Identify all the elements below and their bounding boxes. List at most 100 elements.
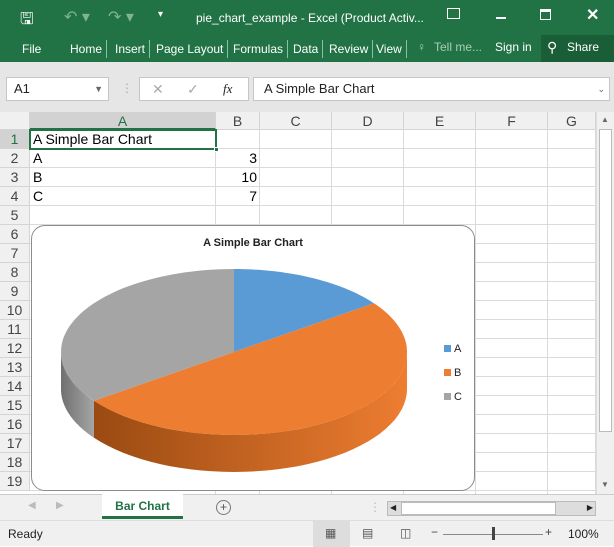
column-header-B[interactable]: B bbox=[216, 112, 260, 130]
status-bar: Ready ▦ ▤ ◫ − + 100% bbox=[0, 520, 614, 547]
row-header-7[interactable]: 7 bbox=[0, 244, 30, 263]
select-all-corner[interactable] bbox=[0, 112, 30, 130]
legend-item-B: B bbox=[444, 367, 461, 379]
tab-review[interactable]: Review bbox=[325, 40, 374, 58]
row-header-16[interactable]: 16 bbox=[0, 415, 30, 434]
row-header-5[interactable]: 5 bbox=[0, 206, 30, 225]
tab-view[interactable]: View bbox=[372, 40, 407, 58]
row-header-15[interactable]: 15 bbox=[0, 396, 30, 415]
row-header-12[interactable]: 12 bbox=[0, 339, 30, 358]
zoom-in-button[interactable]: + bbox=[545, 525, 552, 539]
scroll-right-icon[interactable]: ▶ bbox=[587, 503, 593, 512]
row-header-19[interactable]: 19 bbox=[0, 472, 30, 491]
cell-B4[interactable]: 7 bbox=[216, 187, 260, 206]
horizontal-scrollbar[interactable]: ◀ ▶ bbox=[387, 501, 596, 516]
tab-formulas[interactable]: Formulas bbox=[229, 40, 289, 58]
row-header-17[interactable]: 17 bbox=[0, 434, 30, 453]
column-header-E[interactable]: E bbox=[404, 112, 476, 130]
redo-icon[interactable]: ↷ ▾ bbox=[108, 7, 134, 27]
splitter-handle[interactable]: ⋮ bbox=[369, 500, 381, 514]
sign-in-link[interactable]: Sign in bbox=[495, 40, 532, 54]
more-icon: ⋮ bbox=[121, 81, 133, 95]
page-break-view-icon[interactable]: ◫ bbox=[400, 526, 411, 540]
expand-formula-icon[interactable]: ⌄ bbox=[597, 78, 605, 100]
tab-insert[interactable]: Insert bbox=[111, 40, 151, 58]
row-header-4[interactable]: 4 bbox=[0, 187, 30, 206]
row-header-13[interactable]: 13 bbox=[0, 358, 30, 377]
enter-icon[interactable]: ✓ bbox=[187, 78, 199, 100]
column-header-C[interactable]: C bbox=[260, 112, 332, 130]
zoom-slider-thumb[interactable] bbox=[492, 527, 495, 540]
cell-A2[interactable]: A bbox=[30, 149, 45, 168]
cell-A3[interactable]: B bbox=[30, 168, 45, 187]
lightbulb-icon: ♀ bbox=[417, 40, 426, 54]
row-header-3[interactable]: 3 bbox=[0, 168, 30, 187]
next-sheet-icon[interactable]: ▶ bbox=[56, 500, 64, 511]
zoom-level[interactable]: 100% bbox=[568, 527, 599, 541]
tab-file[interactable]: File bbox=[18, 40, 45, 58]
row-header-1[interactable]: 1 bbox=[0, 130, 30, 149]
vertical-scroll-thumb[interactable] bbox=[599, 129, 612, 432]
tab-data[interactable]: Data bbox=[289, 40, 324, 58]
undo-icon[interactable]: ↶ ▾ bbox=[64, 7, 90, 27]
name-box[interactable]: A1 ▼ bbox=[6, 77, 109, 101]
minimize-button[interactable] bbox=[496, 17, 506, 19]
ribbon-display-icon[interactable] bbox=[447, 8, 460, 19]
pie-chart[interactable]: A Simple Bar Chart ABC bbox=[31, 225, 475, 491]
sheet-tabs-bar: ◀ ▶ Bar Chart + ⋮ ◀ ▶ bbox=[0, 494, 614, 520]
row-header-18[interactable]: 18 bbox=[0, 453, 30, 472]
tab-page-layout[interactable]: Page Layout bbox=[152, 40, 229, 58]
save-icon[interactable]: 🖫 bbox=[20, 8, 34, 35]
column-header-F[interactable]: F bbox=[476, 112, 548, 130]
cancel-icon[interactable]: ✕ bbox=[152, 78, 164, 100]
cell-B3[interactable]: 10 bbox=[216, 168, 260, 187]
prev-sheet-icon[interactable]: ◀ bbox=[28, 500, 36, 511]
scroll-down-icon[interactable]: ▼ bbox=[601, 480, 609, 489]
scroll-up-icon[interactable]: ▲ bbox=[601, 115, 609, 124]
column-header-D[interactable]: D bbox=[332, 112, 404, 130]
insert-function-icon[interactable]: fx bbox=[223, 78, 232, 100]
maximize-button[interactable] bbox=[540, 9, 551, 20]
tell-me-input[interactable]: Tell me... bbox=[434, 40, 482, 54]
vertical-scrollbar[interactable]: ▲ ▼ bbox=[596, 112, 614, 494]
window-title: pie_chart_example - Excel (Product Activ… bbox=[196, 11, 424, 25]
cell-B2[interactable]: 3 bbox=[216, 149, 260, 168]
cell-A4[interactable]: C bbox=[30, 187, 46, 206]
legend-item-A: A bbox=[444, 343, 461, 355]
legend-label: C bbox=[454, 391, 462, 403]
column-header-A[interactable]: A bbox=[30, 112, 216, 130]
formula-input[interactable]: A Simple Bar Chart ⌄ bbox=[253, 77, 610, 101]
row-header-11[interactable]: 11 bbox=[0, 320, 30, 339]
row-header-8[interactable]: 8 bbox=[0, 263, 30, 282]
row-header-9[interactable]: 9 bbox=[0, 282, 30, 301]
formula-buttons: ✕ ✓ fx bbox=[139, 77, 249, 101]
share-button[interactable]: ⚲ Share bbox=[541, 35, 614, 62]
column-header-G[interactable]: G bbox=[548, 112, 596, 130]
page-layout-view-icon[interactable]: ▤ bbox=[362, 526, 373, 540]
row-header-6[interactable]: 6 bbox=[0, 225, 30, 244]
tab-home[interactable]: Home bbox=[66, 40, 108, 58]
sheet-tab-label: Bar Chart bbox=[115, 499, 170, 513]
pie-plot bbox=[61, 269, 407, 472]
legend-label: B bbox=[454, 367, 462, 379]
legend-swatch bbox=[444, 345, 451, 352]
legend-label: A bbox=[454, 343, 462, 355]
new-sheet-button[interactable]: + bbox=[216, 500, 231, 515]
customize-qat-icon[interactable]: ▾ bbox=[158, 9, 163, 20]
legend-swatch bbox=[444, 369, 451, 376]
sheet-tab-bar-chart[interactable]: Bar Chart bbox=[102, 494, 183, 519]
close-button[interactable]: ✕ bbox=[586, 5, 599, 25]
title-bar: 🖫 ↶ ▾ ↷ ▾ ▾ pie_chart_example - Excel (P… bbox=[0, 0, 614, 35]
row-header-2[interactable]: 2 bbox=[0, 149, 30, 168]
ribbon-tabs: File Home Insert Page Layout Formulas Da… bbox=[0, 35, 614, 62]
zoom-out-button[interactable]: − bbox=[431, 525, 438, 539]
row-header-14[interactable]: 14 bbox=[0, 377, 30, 396]
chevron-down-icon[interactable]: ▼ bbox=[94, 78, 103, 100]
formula-value: A Simple Bar Chart bbox=[264, 81, 375, 96]
row-header-10[interactable]: 10 bbox=[0, 301, 30, 320]
horizontal-scroll-thumb[interactable] bbox=[401, 502, 556, 515]
normal-view-button[interactable]: ▦ bbox=[313, 521, 350, 547]
scroll-left-icon[interactable]: ◀ bbox=[390, 503, 396, 512]
fill-handle[interactable] bbox=[214, 147, 219, 152]
formula-bar-area: A1 ▼ ⋮ ✕ ✓ fx A Simple Bar Chart ⌄ bbox=[0, 62, 614, 112]
